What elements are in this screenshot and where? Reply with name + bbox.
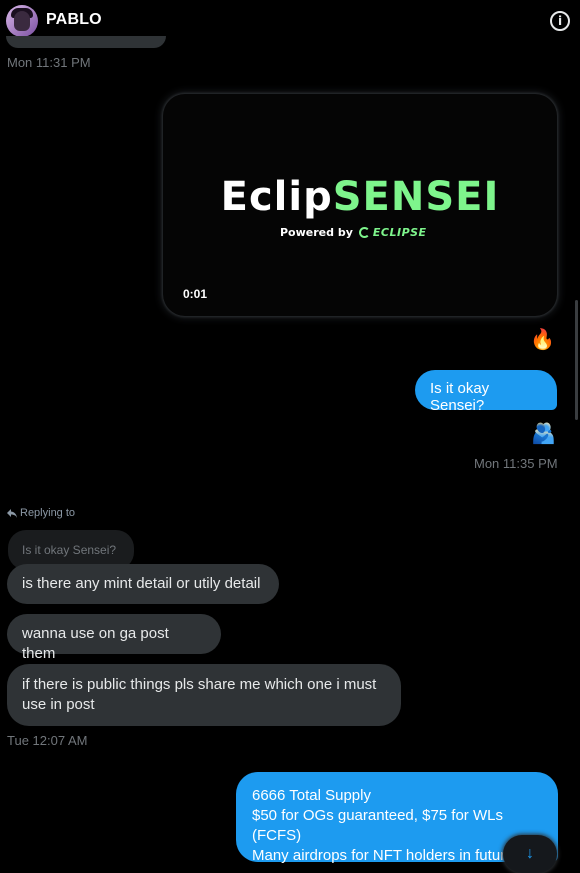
fire-reaction-icon[interactable]: 🔥 [530, 330, 555, 350]
avatar[interactable] [6, 5, 38, 37]
video-message[interactable]: EclipSENSEI Powered by ECLIPSE 0:01 [163, 94, 557, 316]
eclipse-logo-icon [358, 227, 370, 238]
video-duration: 0:01 [183, 287, 208, 301]
scrollbar[interactable] [575, 300, 578, 420]
scroll-to-bottom-button[interactable]: ↓ [503, 835, 557, 873]
timestamp: Tue 12:07 AM [7, 733, 88, 748]
contact-name[interactable]: PABLO [46, 11, 102, 29]
hug-reaction-icon[interactable]: 🫂 [531, 424, 556, 444]
conversation-header: PABLO i [0, 0, 580, 40]
reply-arrow-icon [7, 508, 17, 518]
outgoing-message[interactable]: Is it okay Sensei? [415, 370, 557, 414]
replying-to-label: Replying to [7, 507, 75, 519]
info-icon[interactable]: i [550, 11, 570, 31]
video-logo: EclipSENSEI [220, 174, 500, 220]
incoming-message[interactable]: is there any mint detail or utily detail [7, 564, 279, 604]
arrow-down-icon: ↓ [526, 845, 534, 862]
timestamp: Mon 11:31 PM [7, 55, 91, 70]
incoming-message[interactable]: wanna use on ga post them [7, 614, 221, 662]
previous-message-bubble [6, 36, 166, 48]
video-powered-by: Powered by ECLIPSE [280, 226, 427, 239]
timestamp: Mon 11:35 PM [474, 456, 558, 471]
incoming-message[interactable]: if there is public things pls share me w… [7, 664, 401, 726]
